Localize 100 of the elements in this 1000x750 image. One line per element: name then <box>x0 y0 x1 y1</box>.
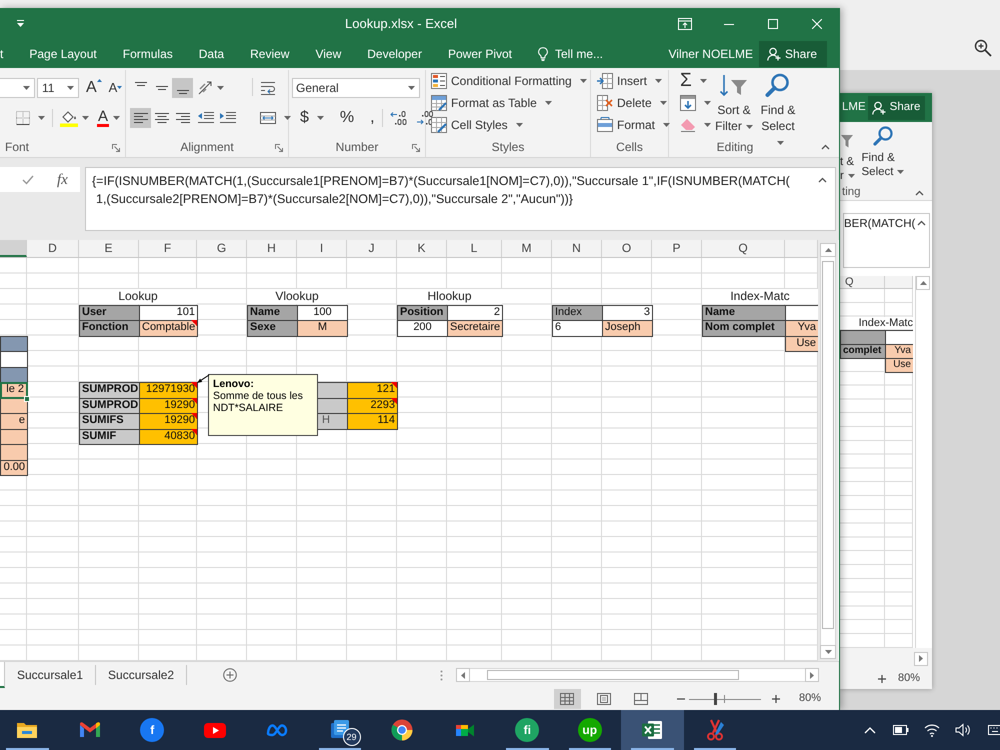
taskbar-app-button[interactable] <box>621 710 684 750</box>
user-name[interactable]: Vilner NOELME <box>668 46 753 62</box>
formula-field[interactable]: BER(MATCH( <box>843 213 930 268</box>
caret-icon[interactable] <box>82 116 89 120</box>
caret-icon[interactable] <box>408 86 415 90</box>
grow-font-button[interactable]: A <box>86 79 102 97</box>
scroll-thumb[interactable] <box>487 670 740 680</box>
fill-down-icon[interactable] <box>680 95 696 111</box>
split-handle-icon[interactable] <box>440 670 444 680</box>
align-bottom-button[interactable] <box>172 78 193 98</box>
font-color-button[interactable]: A <box>97 110 110 126</box>
sheet-tab[interactable] <box>0 662 5 688</box>
scroll-left-button[interactable] <box>456 668 470 682</box>
caret-icon[interactable] <box>848 174 855 178</box>
column-header[interactable]: G <box>197 240 247 257</box>
share-button[interactable]: Share <box>868 96 926 120</box>
caret-icon[interactable] <box>38 116 45 120</box>
wifi-icon[interactable] <box>924 723 940 737</box>
borders-icon[interactable] <box>16 111 30 125</box>
ribbon-tab[interactable]: Formulas <box>110 40 186 68</box>
caret-icon[interactable] <box>217 86 224 90</box>
decrease-indent-icon[interactable] <box>197 111 215 125</box>
column-header[interactable]: D <box>27 240 79 257</box>
keyboard-icon[interactable] <box>988 725 1000 735</box>
ribbon-command[interactable]: Find & Select <box>862 122 904 185</box>
merge-cells-icon[interactable] <box>260 112 276 124</box>
ribbon-command[interactable]: Conditional Formatting <box>431 70 587 92</box>
scroll-down-button[interactable] <box>820 645 836 659</box>
number-style-button[interactable]: , <box>370 109 375 127</box>
vertical-scrollbar[interactable] <box>820 257 836 645</box>
caret-icon[interactable] <box>655 79 662 83</box>
chevron-up-icon[interactable] <box>864 726 876 734</box>
volume-icon[interactable] <box>954 723 970 737</box>
caret-icon[interactable] <box>660 101 667 105</box>
eraser-icon[interactable] <box>680 118 696 132</box>
column-header[interactable]: E <box>79 240 139 257</box>
ribbon-command[interactable]: Format as Table <box>431 92 552 114</box>
caret-icon[interactable] <box>580 79 587 83</box>
text-orientation-icon[interactable] <box>197 80 213 96</box>
caret-icon[interactable] <box>113 116 120 120</box>
ribbon-tab[interactable]: t <box>0 40 16 68</box>
scroll-right-button[interactable] <box>914 652 928 666</box>
sheet-tab[interactable]: Succursale1 <box>5 665 96 685</box>
caret-icon[interactable] <box>776 140 784 145</box>
scroll-up-button[interactable] <box>820 243 836 257</box>
collapse-ribbon-icon[interactable] <box>821 144 831 150</box>
dialog-launcher-icon[interactable] <box>412 144 420 152</box>
user-name[interactable]: LME <box>842 100 866 114</box>
scroll-right-button[interactable] <box>805 668 820 682</box>
plus-icon[interactable] <box>878 675 886 683</box>
plus-icon[interactable] <box>772 695 780 703</box>
column-header[interactable] <box>0 240 27 257</box>
ribbon-command[interactable]: Format <box>597 114 670 136</box>
column-header[interactable]: J <box>347 240 397 257</box>
ribbon-tab[interactable]: Developer <box>354 40 435 68</box>
ribbon-tab[interactable]: Data <box>186 40 238 68</box>
dialog-launcher-icon[interactable] <box>112 144 120 152</box>
ribbon-command[interactable]: Delete <box>597 92 667 114</box>
scroll-thumb[interactable] <box>822 261 834 629</box>
shrink-font-button[interactable]: A <box>108 79 122 97</box>
caret-icon[interactable] <box>704 123 711 127</box>
caret-icon[interactable] <box>284 116 291 120</box>
ribbon-command[interactable]: Insert <box>597 70 662 92</box>
align-left-button[interactable] <box>130 108 151 128</box>
battery-icon[interactable] <box>892 725 908 735</box>
dialog-launcher-icon[interactable] <box>275 144 283 152</box>
column-header[interactable]: M <box>502 240 552 257</box>
ribbon-tab[interactable]: Power Pivot <box>434 40 525 68</box>
column-header[interactable]: K <box>397 240 447 257</box>
column-header[interactable]: N <box>552 240 602 257</box>
caret-icon[interactable] <box>663 123 670 127</box>
insert-function-button[interactable]: fx <box>57 170 68 188</box>
add-sheet-icon[interactable] <box>223 668 238 682</box>
horizontal-scrollbar[interactable] <box>470 668 806 682</box>
caret-icon[interactable] <box>67 86 74 90</box>
column-header[interactable]: H <box>247 240 297 257</box>
caret-icon[interactable] <box>700 79 707 83</box>
collapse-formula-bar-icon[interactable] <box>818 177 828 183</box>
caret-icon[interactable] <box>516 123 523 127</box>
tell-me-field[interactable]: Tell me... <box>555 45 625 63</box>
font-name-field[interactable] <box>0 78 35 98</box>
caret-icon[interactable] <box>544 101 552 105</box>
column-header[interactable]: L <box>447 240 502 257</box>
zoom-in-icon[interactable] <box>974 39 992 57</box>
ribbon-tab[interactable]: Review <box>237 40 302 68</box>
number-format-field[interactable]: General <box>292 78 420 98</box>
zoom-slider-thumb[interactable] <box>714 693 717 705</box>
column-header[interactable]: P <box>652 240 702 257</box>
fill-color-icon[interactable] <box>60 110 78 126</box>
column-header[interactable]: I <box>297 240 347 257</box>
column-header[interactable]: Q <box>702 240 785 257</box>
minus-icon[interactable] <box>676 698 685 700</box>
taskbar-app-button[interactable]: f <box>121 710 184 750</box>
increase-indent-icon[interactable] <box>219 111 237 125</box>
ribbon-command[interactable]: Find & Select <box>756 70 800 150</box>
caret-icon[interactable] <box>316 116 324 120</box>
autosum-button[interactable]: Σ <box>680 70 692 92</box>
share-button[interactable]: Share <box>758 41 827 67</box>
font-size-field[interactable]: 11 <box>37 78 79 98</box>
caret-icon[interactable] <box>897 170 904 174</box>
